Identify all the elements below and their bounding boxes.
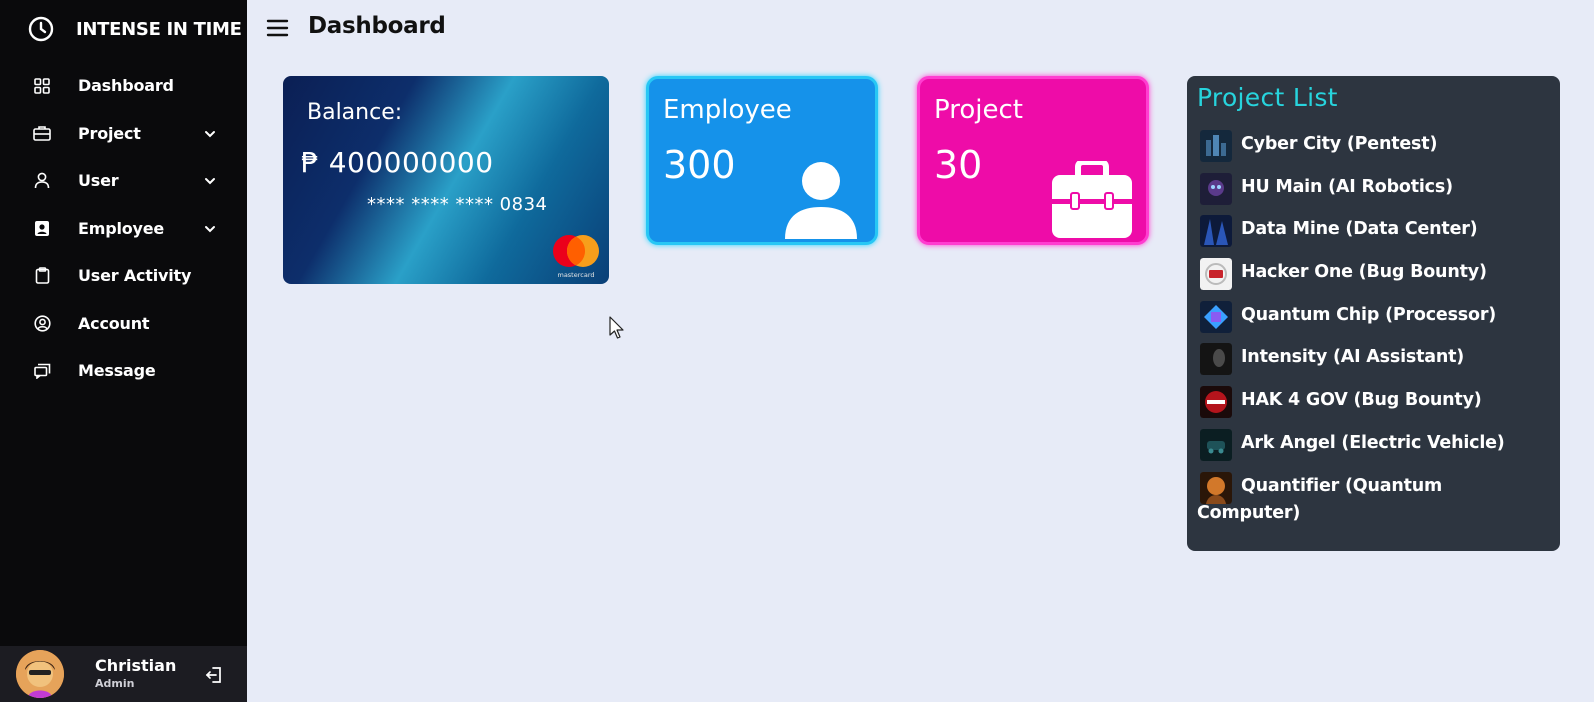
grid-icon [33, 77, 51, 95]
sidebar-item-user-activity[interactable]: User Activity [0, 252, 247, 300]
chevron-down-icon[interactable] [203, 174, 217, 188]
brand-name: INTENSE IN TIME [76, 18, 242, 40]
project-list-item[interactable]: Data Mine (Data Center) [1187, 215, 1560, 258]
sidebar-item-label: Employee [78, 218, 165, 238]
sidebar-nav: Dashboard Project User Employee User Act… [0, 62, 247, 395]
employee-count: 300 [663, 143, 736, 187]
project-list-item[interactable]: HU Main (AI Robotics) [1187, 172, 1560, 216]
project-list-panel: Project List Cyber City (Pentest) HU Mai… [1187, 76, 1560, 551]
project-list-item[interactable]: Ark Angel (Electric Vehicle) [1187, 428, 1560, 472]
mouse-cursor-icon [609, 316, 624, 339]
project-name: Cyber City (Pentest) [1241, 134, 1438, 154]
sidebar-item-label: User [78, 171, 119, 191]
user-profile: Christian Admin [0, 646, 247, 702]
card-brand-text: mastercard [557, 271, 595, 279]
sidebar-item-user[interactable]: User [0, 157, 247, 205]
card-number: **** **** **** 0834 [367, 194, 548, 215]
project-count: 30 [934, 143, 983, 187]
account-circle-icon [33, 314, 51, 332]
sidebar-item-label: Dashboard [78, 76, 174, 96]
project-name: Intensity (AI Assistant) [1241, 347, 1465, 368]
project-list-item[interactable]: Hacker One (Bug Bounty) [1187, 258, 1560, 301]
project-name: HAK 4 GOV (Bug Bounty) [1241, 390, 1482, 411]
clipboard-icon [33, 267, 51, 285]
sidebar-item-message[interactable]: Message [0, 347, 247, 395]
project-list: Cyber City (Pentest) HU Main (AI Robotic… [1187, 130, 1560, 523]
project-thumbnail [1200, 300, 1232, 333]
project-name: Ark Angel (Electric Vehicle) [1241, 432, 1505, 453]
project-name: HU Main (AI Robotics) [1241, 176, 1453, 197]
project-list-item[interactable]: Intensity (AI Assistant) [1187, 343, 1560, 386]
sidebar-item-label: Message [78, 361, 156, 381]
balance-card[interactable]: Balance: ₱ 400000000 **** **** **** 0834… [283, 76, 609, 284]
project-thumbnail [1200, 471, 1232, 504]
sidebar: INTENSE IN TIME Dashboard Project User E… [0, 0, 247, 702]
avatar[interactable] [16, 650, 64, 698]
project-list-item[interactable]: Quantifier (Quantum Computer) [1187, 471, 1560, 523]
project-thumbnail [1200, 215, 1232, 248]
sidebar-item-label: Account [78, 313, 150, 333]
project-list-title: Project List [1197, 83, 1338, 112]
project-thumbnail [1200, 343, 1232, 376]
sidebar-item-label: Project [78, 123, 141, 143]
project-list-item[interactable]: HAK 4 GOV (Bug Bounty) [1187, 386, 1560, 429]
employee-card[interactable]: Employee 300 [646, 76, 878, 245]
sidebar-item-project[interactable]: Project [0, 110, 247, 158]
page-title: Dashboard [308, 13, 446, 39]
clock-icon [28, 16, 54, 42]
chevron-down-icon[interactable] [203, 222, 217, 236]
project-card-title: Project [934, 95, 1023, 125]
project-name: Data Mine (Data Center) [1241, 219, 1478, 240]
project-thumbnail [1200, 428, 1232, 461]
brand[interactable]: INTENSE IN TIME [28, 14, 242, 44]
employee-card-title: Employee [663, 95, 792, 125]
chat-icon [33, 362, 51, 380]
project-list-item[interactable]: Quantum Chip (Processor) [1187, 300, 1560, 344]
project-name: Hacker One (Bug Bounty) [1241, 262, 1487, 283]
contact-card-icon [33, 219, 51, 237]
project-name: Quantum Chip (Processor) [1241, 304, 1497, 325]
project-thumbnail [1200, 172, 1232, 205]
sidebar-item-employee[interactable]: Employee [0, 205, 247, 253]
mastercard-logo: mastercard [551, 233, 601, 279]
user-role: Admin [95, 677, 135, 690]
user-name: Christian [95, 656, 177, 675]
user-icon [33, 172, 51, 190]
toolbox-icon [1052, 161, 1132, 238]
project-card[interactable]: Project 30 [917, 76, 1149, 245]
balance-amount: ₱ 400000000 [301, 146, 494, 179]
sidebar-item-account[interactable]: Account [0, 300, 247, 348]
project-name: Quantifier (Quantum [1241, 475, 1443, 496]
chevron-down-icon[interactable] [203, 127, 217, 141]
person-icon [785, 162, 857, 239]
project-thumbnail [1200, 258, 1232, 291]
project-name-continuation: Computer) [1197, 502, 1301, 523]
project-list-item[interactable]: Cyber City (Pentest) [1187, 130, 1560, 173]
balance-label: Balance: [307, 100, 403, 125]
project-thumbnail [1200, 386, 1232, 419]
project-thumbnail [1200, 130, 1232, 162]
briefcase-icon [33, 124, 51, 142]
logout-icon[interactable] [205, 666, 223, 684]
sidebar-item-dashboard[interactable]: Dashboard [0, 62, 247, 110]
hamburger-menu-icon[interactable] [266, 18, 289, 38]
sidebar-item-label: User Activity [78, 266, 192, 286]
